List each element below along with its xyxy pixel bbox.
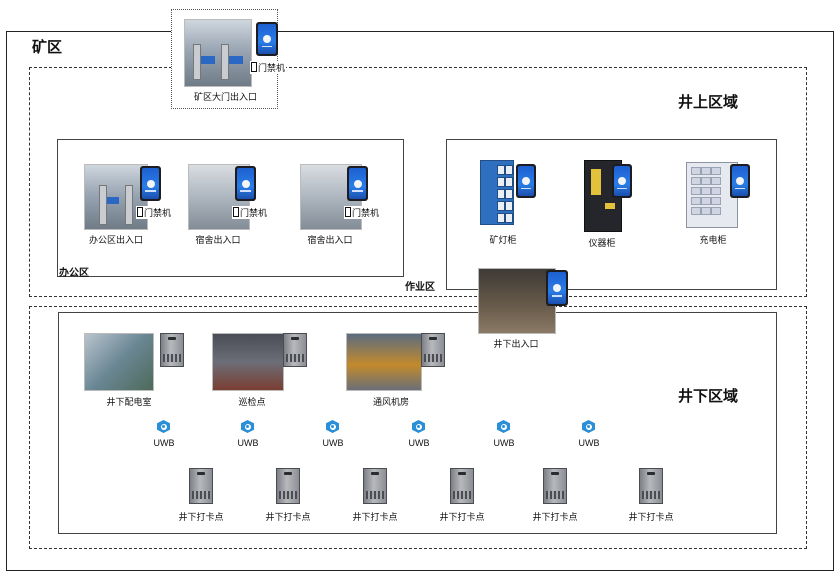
underground-entrance-face-terminal (546, 270, 568, 306)
uwb-icon (157, 420, 170, 433)
checkpoint-device (450, 468, 474, 504)
main-gate-label: 矿区大门出入口 (193, 92, 257, 102)
main-gate-face-terminal (256, 22, 278, 56)
uwb-label: UWB (408, 438, 430, 448)
checkpoint-label: 井下打卡点 (628, 512, 674, 522)
office-entrance-device-label: 门禁机 (136, 206, 173, 219)
above-ground-title: 井上区域 (678, 94, 739, 111)
power-room-photo (84, 333, 154, 391)
uwb-label: UWB (493, 438, 515, 448)
ventilation-room-photo (346, 333, 422, 391)
checkpoint-label: 井下打卡点 (352, 512, 398, 522)
checkpoint-device (276, 468, 300, 504)
checkpoint-device (543, 468, 567, 504)
instrument-cabinet-label: 仪器柜 (588, 238, 616, 248)
dorm-entrance-2-device-label: 门禁机 (344, 206, 381, 219)
checkpoint-device (363, 468, 387, 504)
dorm-entrance-1-label: 宿舍出入口 (195, 235, 241, 245)
inspection-point-label: 巡检点 (238, 397, 266, 407)
uwb-icon (497, 420, 510, 433)
dorm-entrance-1-face-terminal (235, 166, 256, 201)
work-zone-label: 作业区 (405, 282, 435, 293)
dorm-entrance-1-device-label: 门禁机 (232, 206, 269, 219)
main-gate-device-label: 门禁机 (250, 61, 287, 74)
instrument-cabinet-face-terminal (612, 164, 632, 198)
office-entrance-photo (84, 164, 148, 230)
checkpoint-label: 井下打卡点 (439, 512, 485, 522)
main-gate-photo (184, 19, 252, 87)
lamp-cabinet-image (480, 160, 514, 225)
inspection-point-checkpoint-device (283, 333, 307, 367)
underground-title: 井下区域 (678, 388, 739, 405)
uwb-icon (241, 420, 254, 433)
mine-area-title: 矿区 (32, 39, 63, 56)
underground-entrance-photo (478, 268, 556, 334)
underground-entrance-label: 井下出入口 (493, 339, 539, 349)
checkpoint-device (639, 468, 663, 504)
office-zone-label: 办公区 (59, 268, 89, 279)
uwb-icon (582, 420, 595, 433)
uwb-icon (326, 420, 339, 433)
charging-cabinet-face-terminal (730, 164, 750, 198)
uwb-label: UWB (153, 438, 175, 448)
checkpoint-label: 井下打卡点 (532, 512, 578, 522)
main-gate-callout: 门禁机 矿区大门出入口 (171, 9, 287, 109)
uwb-icon (412, 420, 425, 433)
checkpoint-label: 井下打卡点 (178, 512, 224, 522)
office-entrance-face-terminal (140, 166, 161, 201)
power-room-checkpoint-device (160, 333, 184, 367)
uwb-label: UWB (237, 438, 259, 448)
checkpoint-label: 井下打卡点 (265, 512, 311, 522)
checkpoint-device (189, 468, 213, 504)
inspection-point-photo (212, 333, 284, 391)
ventilation-room-label: 通风机房 (372, 397, 409, 407)
uwb-label: UWB (578, 438, 600, 448)
lamp-cabinet-label: 矿灯柜 (489, 235, 517, 245)
uwb-label: UWB (322, 438, 344, 448)
lamp-cabinet-face-terminal (516, 164, 536, 198)
dorm-entrance-2-face-terminal (347, 166, 368, 201)
office-entrance-label: 办公区出入口 (88, 235, 143, 245)
power-room-label: 井下配电室 (106, 397, 152, 407)
dorm-entrance-2-label: 宿舍出入口 (307, 235, 353, 245)
ventilation-room-checkpoint-device (421, 333, 445, 367)
charging-cabinet-label: 充电柜 (699, 235, 727, 245)
